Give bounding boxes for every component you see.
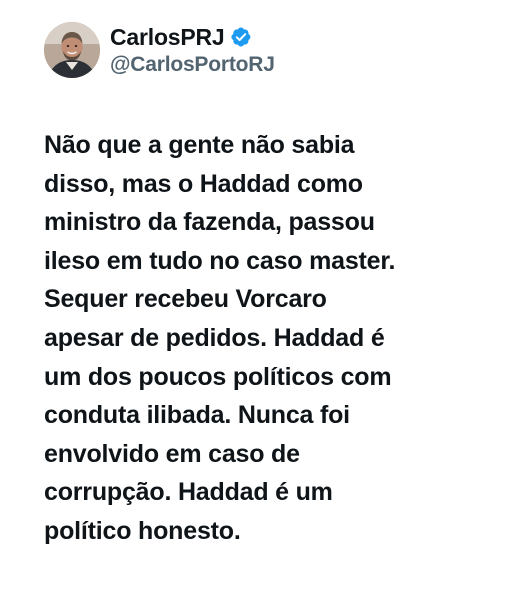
tweet-text-line: apesar de pedidos. Haddad é — [44, 323, 385, 352]
tweet-text-line: um dos poucos políticos com — [44, 362, 392, 391]
display-name[interactable]: CarlosPRJ — [110, 24, 225, 51]
avatar[interactable] — [44, 22, 100, 78]
tweet-text-line: corrupção. Haddad é um — [44, 478, 333, 507]
tweet-text-line: disso, mas o Haddad como — [44, 169, 363, 198]
tweet-text-line: Não que a gente não sabia — [44, 131, 355, 159]
tweet-text-line: envolvido em caso de — [44, 439, 300, 468]
tweet-text-line: político honesto. — [44, 516, 241, 545]
tweet-text-line: Sequer recebeu Vorcaro — [44, 285, 327, 314]
author-names: CarlosPRJ @CarlosPortoRJ — [110, 23, 275, 77]
display-name-row: CarlosPRJ — [110, 23, 275, 51]
verified-badge-icon — [230, 26, 252, 48]
tweet-header: CarlosPRJ @CarlosPortoRJ — [44, 20, 275, 80]
tweet-card: CarlosPRJ @CarlosPortoRJ Não que a gente… — [0, 0, 507, 590]
tweet-text-line: conduta ilibada. Nunca foi — [44, 401, 350, 430]
tweet-text-line: ministro da fazenda, passou — [44, 208, 375, 237]
user-handle[interactable]: @CarlosPortoRJ — [110, 53, 275, 77]
tweet-text-line: ileso em tudo no caso master. — [44, 246, 396, 275]
profile-photo-icon — [44, 22, 100, 78]
tweet-text: Não que a gente não sabia disso, mas o H… — [44, 126, 484, 551]
